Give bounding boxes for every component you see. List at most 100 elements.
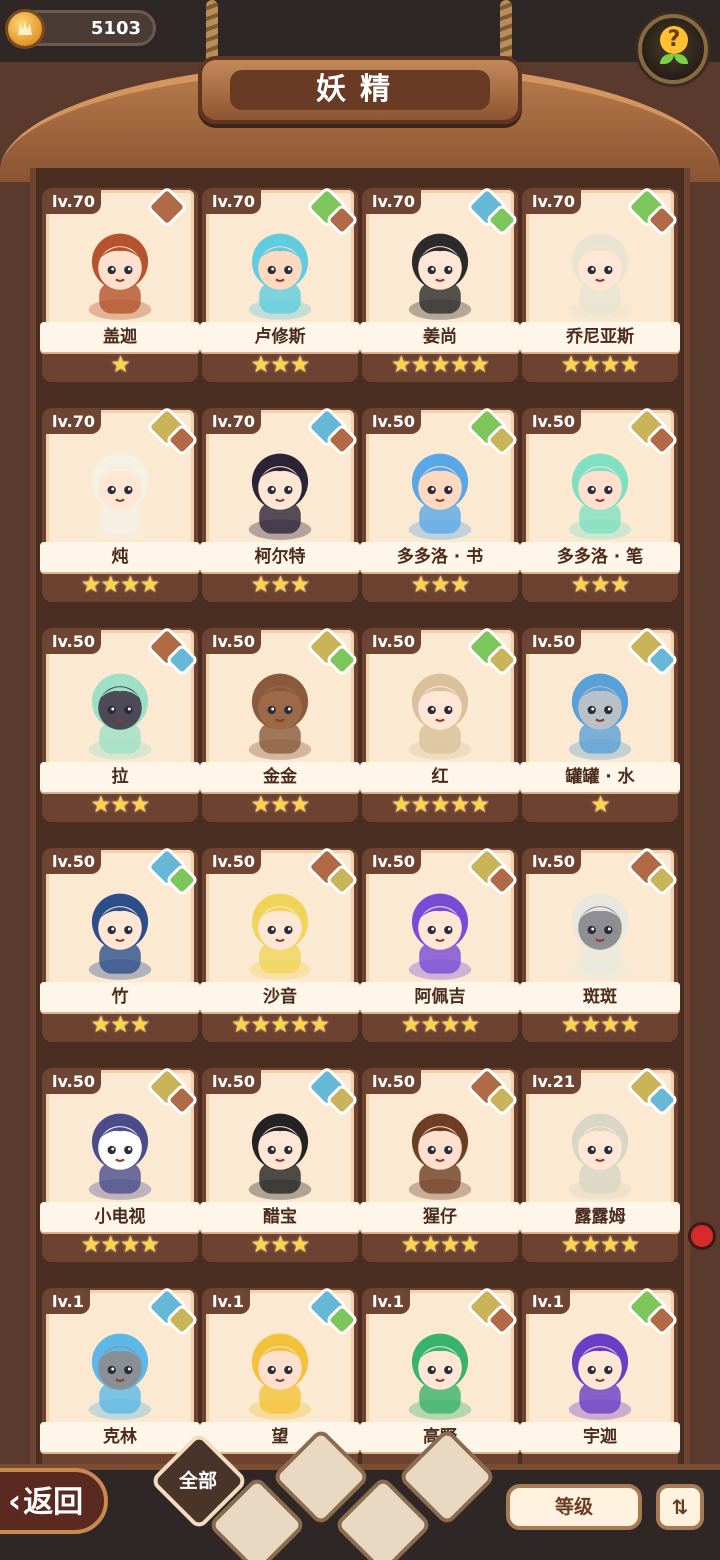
fairy-name: 露露姆 [520,1202,680,1232]
fairy-card[interactable]: lv.50 竹 ★★★ [40,845,200,1042]
element-badges [465,1285,519,1337]
star-rating: ★★★★ [400,1232,480,1258]
fairy-name: 沙音 [200,982,360,1012]
level-badge: lv.1 [526,1290,570,1314]
fairy-card[interactable]: lv.50 金金 ★★★ [200,625,360,822]
fairy-card[interactable]: lv.70 乔尼亚斯 ★★★★ [520,185,680,382]
top-bar: 5103 [0,0,720,64]
element-badges [625,185,679,237]
fairy-name: 猩仔 [360,1202,520,1232]
fairy-card[interactable]: lv.70 柯尔特 ★★★ [200,405,360,602]
level-badge: lv.50 [46,630,101,654]
element-badges [145,845,199,897]
level-badge: lv.70 [46,190,101,214]
fairy-name: 姜尚 [360,322,520,352]
level-badge: lv.50 [366,850,421,874]
element-badges [465,1065,519,1117]
fairy-card[interactable]: lv.1 宇迦 [520,1285,680,1482]
fairy-card[interactable]: lv.50 小电视 ★★★★ [40,1065,200,1262]
sort-by-level-button[interactable]: 等级 [506,1484,642,1530]
level-badge: lv.50 [46,1070,101,1094]
fairy-name: 罐罐 · 水 [520,762,680,792]
element-filter-tabs [149,1427,500,1560]
fairy-name: 柯尔特 [200,542,360,572]
level-badge: lv.50 [526,850,581,874]
star-rating: ★★★ [90,792,151,818]
fairy-name: 醋宝 [200,1202,360,1232]
fairy-name: 小电视 [40,1202,200,1232]
star-rating: ★★★★★ [390,792,490,818]
sprout-icon [660,54,688,68]
fairy-card[interactable]: lv.50 多多洛 · 书 ★★★ [360,405,520,602]
fairy-card[interactable]: lv.50 斑斑 ★★★★ [520,845,680,1042]
fairy-card[interactable]: lv.21 露露姆 ★★★★ [520,1065,680,1262]
fairy-card[interactable]: lv.50 红 ★★★★★ [360,625,520,822]
star-rating: ★★★★★ [390,352,490,378]
chevron-left-icon: ‹ [8,1482,22,1520]
element-badges [465,405,519,457]
sort-order-button[interactable]: ⇅ [656,1484,704,1530]
back-label: 返回 [23,1485,84,1520]
fairy-name: 盖迦 [40,322,200,352]
star-rating: ★★★ [250,572,311,598]
level-badge: lv.1 [46,1290,90,1314]
page-title: 妖精 [230,70,490,110]
level-badge: lv.50 [526,630,581,654]
element-badges [305,845,359,897]
element-badges [145,1065,199,1117]
fairy-name: 宇迦 [520,1422,680,1452]
earth-element-icon [145,185,189,229]
level-badge: lv.1 [206,1290,250,1314]
fairy-name: 多多洛 · 书 [360,542,520,572]
level-badge: lv.50 [366,410,421,434]
fairy-card[interactable]: lv.50 阿佩吉 ★★★★ [360,845,520,1042]
element-badges [625,845,679,897]
fairy-name: 斑斑 [520,982,680,1012]
fairy-card[interactable]: lv.50 多多洛 · 笔 ★★★ [520,405,680,602]
fairy-name: 乔尼亚斯 [520,322,680,352]
tab-all-label: 全部 [178,1470,217,1492]
star-rating: ★ [590,792,611,818]
question-icon: ? [660,26,688,54]
level-badge: lv.21 [526,1070,581,1094]
level-badge: lv.50 [206,850,261,874]
star-rating: ★★★ [410,572,471,598]
fairy-name: 红 [360,762,520,792]
star-rating: ★★★ [570,572,631,598]
element-badges [625,405,679,457]
element-badges [465,845,519,897]
element-badges [145,405,199,457]
fairy-card[interactable]: lv.70 盖迦 ★ [40,185,200,382]
star-rating: ★★★★ [80,572,160,598]
fairy-card[interactable]: lv.50 沙音 ★★★★★ [200,845,360,1042]
fairy-grid: lv.70 盖迦 ★ lv.70 卢修斯 ★★★ lv.70 姜尚 ★★★★★ lv.70 乔尼亚斯… [40,185,682,1482]
fairy-card[interactable]: lv.50 醋宝 ★★★ [200,1065,360,1262]
level-badge: lv.50 [46,850,101,874]
level-badge: lv.1 [366,1290,410,1314]
fairy-name: 炖 [40,542,200,572]
fairy-name: 金金 [200,762,360,792]
level-badge: lv.50 [206,630,261,654]
ladybug-icon[interactable] [688,1222,716,1250]
fairy-name: 阿佩吉 [360,982,520,1012]
fairy-card[interactable]: lv.70 姜尚 ★★★★★ [360,185,520,382]
fairy-card[interactable]: lv.70 卢修斯 ★★★ [200,185,360,382]
coin-counter: 5103 [5,9,156,49]
fairy-card[interactable]: lv.50 罐罐 · 水 ★ [520,625,680,822]
back-button[interactable]: ‹返回 [0,1468,108,1534]
level-badge: lv.50 [366,630,421,654]
star-rating: ★★★ [250,792,311,818]
coin-value: 5103 [90,18,141,39]
element-badges [145,185,194,236]
help-button[interactable]: ? [638,14,708,84]
fairy-card[interactable]: lv.50 猩仔 ★★★★ [360,1065,520,1262]
level-badge: lv.70 [366,190,421,214]
fairy-card[interactable]: lv.50 拉 ★★★ [40,625,200,822]
element-badges [305,405,359,457]
star-rating: ★★★★ [560,1012,640,1038]
fairy-name: 卢修斯 [200,322,360,352]
fairy-name: 竹 [40,982,200,1012]
fairy-card[interactable]: lv.70 炖 ★★★★ [40,405,200,602]
element-badges [625,625,679,677]
star-rating: ★★★★ [400,1012,480,1038]
